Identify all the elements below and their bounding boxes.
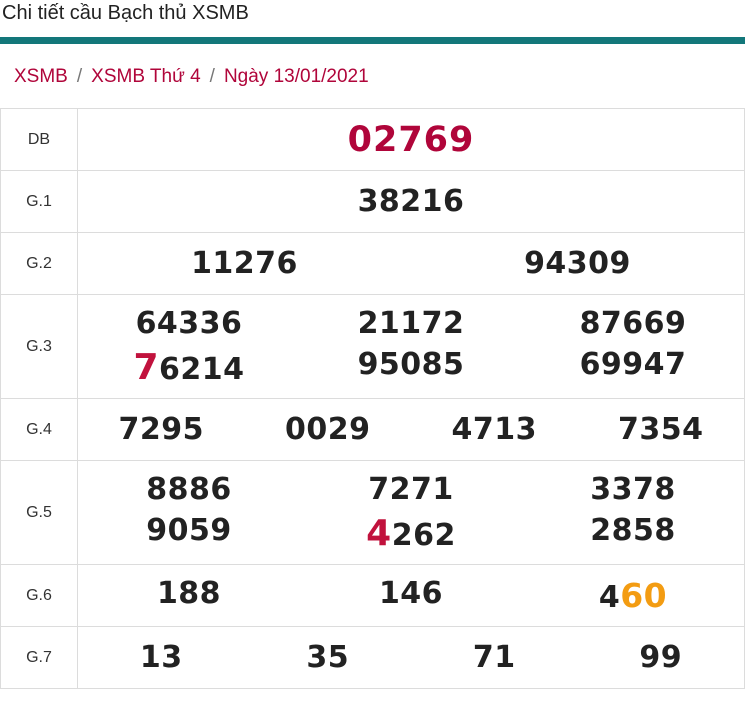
table-row: G.4 7295 0029 4713 7354 [0, 398, 745, 461]
results-table: DB 02769 G.1 38216 G.2 11276 94309 G.3 6… [0, 108, 745, 689]
prize-number: 3378 [590, 471, 676, 507]
prize-cell: 188 146 460 [77, 564, 745, 627]
prize-label: G.2 [0, 232, 78, 295]
highlight-digits: 60 [620, 576, 668, 615]
prize-number: 95085 [357, 346, 465, 382]
prize-number: 4713 [451, 412, 537, 447]
prize-number-highlighted: 76214 [78, 347, 300, 388]
prize-cell: 38216 [77, 170, 745, 233]
prize-number: 69947 [579, 346, 687, 382]
table-row: G.6 188 146 460 [0, 564, 745, 627]
highlight-digit: 7 [133, 346, 160, 388]
prize-number: 71 [472, 640, 516, 675]
prize-number: 35 [306, 640, 350, 675]
prize-number: 9059 [146, 512, 232, 548]
prize-number: 38216 [357, 184, 465, 219]
prize-cell: 11276 94309 [77, 232, 745, 295]
table-row: G.1 38216 [0, 170, 745, 233]
table-row: G.2 11276 94309 [0, 232, 745, 295]
prize-number-highlighted: 460 [522, 576, 744, 615]
prize-number: 21172 [357, 305, 465, 341]
prize-label: G.4 [0, 398, 78, 461]
prize-number: 87669 [579, 305, 687, 341]
highlight-digit: 4 [366, 512, 392, 554]
table-row: G.3 64336 21172 87669 76214 95085 69947 [0, 294, 745, 399]
prize-number: 8886 [146, 471, 232, 507]
number-lead: 4 [598, 580, 621, 615]
breadcrumb-separator: / [209, 66, 215, 87]
prize-label: G.7 [0, 626, 78, 689]
page-title: Chi tiết cầu Bạch thủ XSMB [2, 2, 249, 24]
prize-cell: 13 35 71 99 [77, 626, 745, 689]
prize-number: 11276 [191, 246, 298, 281]
prize-number: 94309 [524, 246, 631, 281]
breadcrumb-xsmb-thu4[interactable]: XSMB Thứ 4 [91, 66, 201, 87]
table-row: DB 02769 [0, 108, 745, 171]
breadcrumb-separator: / [76, 66, 83, 87]
prize-number: 7295 [118, 412, 204, 447]
prize-number: 0029 [285, 412, 371, 447]
accent-bar [0, 37, 745, 44]
prize-label: G.1 [0, 170, 78, 233]
table-row: G.5 8886 7271 3378 9059 4262 2858 [0, 460, 745, 565]
prize-number: 13 [139, 640, 183, 675]
special-prize-number: 02769 [347, 119, 475, 160]
number-rest: 6214 [159, 351, 245, 387]
prize-number: 99 [639, 640, 683, 675]
prize-label: DB [0, 108, 78, 171]
prize-label: G.3 [0, 294, 78, 399]
prize-cell: 8886 7271 3378 9059 4262 2858 [77, 460, 745, 565]
breadcrumb-date[interactable]: Ngày 13/01/2021 [224, 66, 369, 87]
prize-cell: 64336 21172 87669 76214 95085 69947 [77, 294, 745, 399]
prize-number: 7354 [618, 412, 704, 447]
number-rest: 262 [391, 517, 456, 553]
breadcrumb-xsmb[interactable]: XSMB [14, 66, 68, 87]
prize-label: G.6 [0, 564, 78, 627]
prize-cell: 02769 [77, 108, 745, 171]
prize-number: 64336 [135, 305, 243, 341]
prize-label: G.5 [0, 460, 78, 565]
prize-cell: 7295 0029 4713 7354 [77, 398, 745, 461]
breadcrumb: XSMB / XSMB Thứ 4 / Ngày 13/01/2021 [0, 44, 745, 108]
prize-number: 188 [156, 576, 222, 611]
prize-number: 7271 [368, 471, 454, 507]
prize-number: 146 [378, 576, 444, 611]
prize-number: 2858 [590, 512, 676, 548]
table-row: G.7 13 35 71 99 [0, 626, 745, 689]
prize-number-highlighted: 4262 [300, 513, 522, 554]
